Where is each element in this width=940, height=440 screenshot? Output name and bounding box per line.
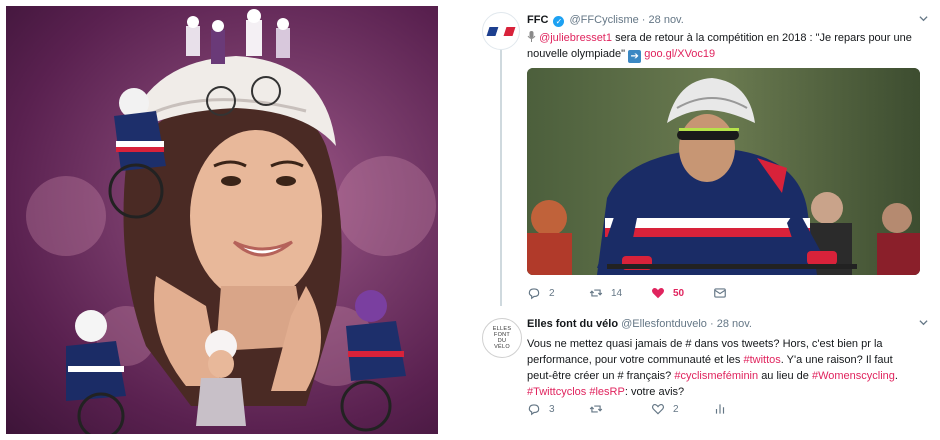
tweet-actions: 2 14 50 [527,286,767,302]
tweet-text: @juliebresset1 sera de retour à la compé… [527,30,917,63]
author-handle[interactable]: @FFCyclisme [570,14,639,26]
cyclist-photo-illustration [527,68,920,275]
tweet-body-text: : votre avis? [624,386,685,398]
twitter-feed: FFC ✓ @FFCyclisme · 28 nov. @juliebresse… [470,0,940,440]
author-handle[interactable]: @Ellesfontduvelo [621,318,707,330]
tweet-date[interactable]: 28 nov. [717,318,752,330]
retweet-icon [589,289,603,297]
retweet-icon [589,405,603,413]
ellesfontduvelo-avatar[interactable]: ELLES FONT DU VÉLO [482,318,522,358]
envelope-icon [714,288,726,298]
hashtag-link[interactable]: #cyclismeféminin [674,370,758,382]
like-count: 50 [673,287,685,299]
analytics-icon [715,404,725,414]
microphone-icon [527,31,536,42]
heart-icon [652,288,664,299]
mention-link[interactable]: @juliebresset1 [539,32,612,44]
hashtag-link[interactable]: #Womenscycling [812,370,895,382]
hashtag-link[interactable]: #Twittcyclos [527,386,586,398]
retweet-button[interactable]: 14 [589,286,622,300]
retweet-button[interactable] [589,402,611,416]
like-count: 2 [673,403,679,415]
reply-icon [528,288,540,300]
reply-count: 3 [549,403,555,415]
retweet-count: 14 [611,287,623,299]
ffc-logo-icon [486,26,516,36]
like-button[interactable]: 50 [651,286,684,300]
thread-line [500,48,502,306]
short-link[interactable]: goo.gl/XVoc19 [644,48,715,60]
like-button[interactable]: 2 [651,402,679,416]
analytics-button[interactable] [713,402,727,416]
tweet-header: FFC ✓ @FFCyclisme · 28 nov. [527,14,684,27]
author-name[interactable]: Elles font du vélo [527,318,618,330]
tweet-actions: 3 2 [527,402,767,418]
author-name[interactable]: FFC [527,14,548,26]
cycling-poster-image [6,6,438,434]
chevron-down-icon[interactable] [919,14,928,23]
hashtag-link[interactable]: #lesRP [589,386,624,398]
reply-icon [528,404,540,416]
tweet-date[interactable]: 28 nov. [649,14,684,26]
hashtag-link[interactable]: #twittos [743,354,780,366]
tweet-header: Elles font du vélo @Ellesfontduvelo · 28… [527,318,752,330]
arrow-right-icon: ➔ [628,50,642,63]
avatar-text-line: VÉLO [494,344,510,350]
ffc-avatar[interactable] [482,12,520,50]
heart-icon [651,404,665,415]
verified-badge-icon: ✓ [553,16,565,27]
reply-button[interactable]: 3 [527,402,555,416]
tweet-text: Vous ne mettez quasi jamais de # dans vo… [527,338,898,398]
reply-button[interactable]: 2 [527,286,555,300]
tweet-photo[interactable] [527,68,920,275]
chevron-down-icon[interactable] [919,318,928,327]
reply-count: 2 [549,287,555,299]
poster-illustration [26,9,436,434]
direct-message-button[interactable] [713,286,727,300]
tweet-body-text: au lieu de [761,370,809,382]
